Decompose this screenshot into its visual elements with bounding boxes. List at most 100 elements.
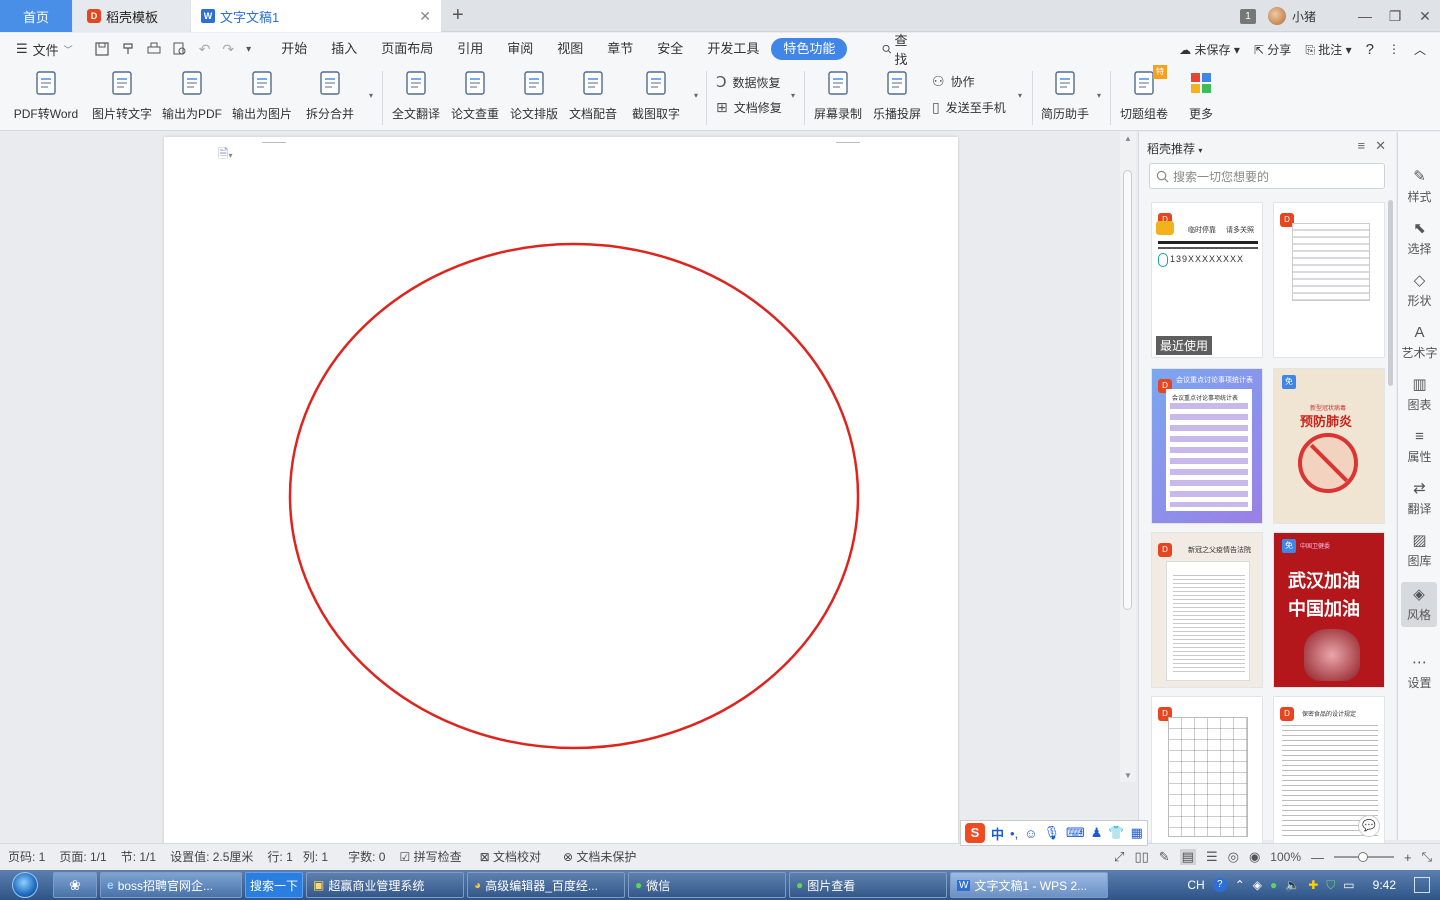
status-page-number[interactable]: 页码: 1 — [8, 848, 45, 865]
window-count-badge[interactable]: 1 — [1239, 8, 1256, 24]
scroll-down-icon[interactable]: ▼ — [1124, 771, 1132, 780]
wechat-tray-icon[interactable]: ● — [1270, 878, 1277, 892]
status-word-count[interactable]: 字数: 0 — [348, 848, 385, 865]
menu-tab-7[interactable]: 安全 — [645, 38, 695, 60]
panel-scrollbar[interactable] — [1388, 200, 1393, 386]
ribbon-button-8[interactable]: 文档配音 — [559, 69, 627, 122]
collaborate-button[interactable]: ⚇ 协作 — [932, 73, 975, 90]
fit-window-icon[interactable]: ⤡ — [1422, 849, 1432, 865]
ribbon-button-2[interactable]: 输出为PDF — [158, 69, 226, 122]
save-icon[interactable] — [95, 42, 109, 56]
keyboard-icon[interactable]: ⌨ — [1066, 825, 1085, 841]
volume-icon[interactable]: 🔈 — [1285, 878, 1300, 892]
unsaved-status[interactable]: ☁ 未保存 ▾ — [1179, 41, 1240, 58]
status-pages[interactable]: 页面: 1/1 — [59, 848, 106, 865]
menu-tab-1[interactable]: 插入 — [319, 38, 369, 60]
help-icon[interactable]: ? — [1212, 878, 1227, 892]
search-command[interactable]: 查找 — [882, 30, 912, 68]
template-card[interactable]: D 临时停靠 请多关照 139XXXXXXXX 最近使用 — [1151, 202, 1263, 358]
spellcheck-button[interactable]: ☑ 拼写检查 — [399, 848, 461, 865]
ellipse-shape[interactable] — [164, 137, 958, 847]
doc-repair-button[interactable]: ⊞ 文档修复 — [716, 99, 782, 116]
tab-home[interactable]: 首页 — [0, 0, 72, 32]
document-page[interactable]: 🗎▾ — [164, 137, 958, 847]
security-icon[interactable]: ✚ — [1308, 878, 1318, 892]
ribbon-button-6[interactable]: 论文查重 — [441, 69, 509, 122]
more-menu-button[interactable]: ⋮ — [1388, 42, 1400, 56]
zoom-slider[interactable] — [1334, 852, 1394, 862]
tab-document[interactable]: W 文字文稿1 ✕ — [191, 0, 441, 32]
format-painter-icon[interactable] — [121, 42, 135, 56]
eye-protect-icon[interactable]: ◉ — [1249, 849, 1260, 865]
network-icon[interactable]: ▭ — [1343, 878, 1354, 892]
zoom-in-button[interactable]: + — [1404, 850, 1412, 865]
strip-item-7[interactable]: ▨ 图库 — [1398, 532, 1440, 569]
menu-tab-8[interactable]: 开发工具 — [695, 38, 771, 60]
customize-toolbar-icon[interactable]: ▾ — [246, 44, 251, 55]
ribbon-button-4[interactable]: 拆分合并 — [296, 69, 364, 122]
ribbon-button-12[interactable]: 简历助手 — [1031, 69, 1099, 122]
help-button[interactable]: ? — [1366, 41, 1374, 58]
ribbon-button-7[interactable]: 论文排版 — [500, 69, 568, 122]
menu-tab-5[interactable]: 视图 — [545, 38, 595, 60]
chat-bubble-icon[interactable]: 💬 — [1358, 815, 1380, 837]
ribbon-button-14[interactable]: 更多 — [1167, 69, 1235, 122]
template-card[interactable]: D 新冠之父疫情告法院 — [1151, 532, 1263, 688]
status-section[interactable]: 节: 1/1 — [121, 848, 156, 865]
ribbon-button-1[interactable]: 图片转文字 — [88, 69, 156, 122]
strip-item-3[interactable]: A 艺术字 — [1398, 324, 1440, 361]
ribbon-button-0[interactable]: PDF转Word — [12, 69, 80, 122]
template-card[interactable]: D 会议重点讨论事项统计表 会议重点讨论事项统计表 — [1151, 368, 1263, 524]
template-card[interactable]: D — [1151, 696, 1263, 844]
reading-mode-icon[interactable]: ▯▯ — [1134, 849, 1148, 865]
taskbar-item[interactable]: ● 图片查看 — [789, 872, 947, 898]
start-button[interactable] — [0, 870, 50, 900]
template-card[interactable]: 免 新型冠状病毒 预防肺炎 — [1273, 368, 1385, 524]
close-tab-icon[interactable]: ✕ — [419, 8, 431, 25]
panel-search-input[interactable]: 搜索一切您想要的 — [1149, 163, 1385, 189]
avatar[interactable] — [1267, 7, 1286, 25]
ribbon-button-3[interactable]: 输出为图片 — [228, 69, 296, 122]
outline-view-icon[interactable]: ☰ — [1206, 849, 1218, 865]
ribbon-button-9[interactable]: 截图取字 — [622, 69, 690, 122]
menu-tab-9[interactable]: 特色功能 — [771, 38, 848, 60]
strip-item-0[interactable]: ✎ 样式 — [1398, 168, 1440, 205]
zoom-out-button[interactable]: — — [1311, 850, 1324, 865]
tray-ime-indicator[interactable]: CH — [1187, 878, 1204, 892]
proofread-button[interactable]: ⊠ 文档校对 — [480, 848, 541, 865]
taskbar-item[interactable]: e boss招聘官网企... — [100, 872, 242, 898]
status-row[interactable]: 行: 1 — [267, 848, 292, 865]
template-card[interactable]: D 保密食品的设计规定 💬 — [1273, 696, 1385, 844]
ribbon-button-10[interactable]: 屏幕录制 — [804, 69, 872, 122]
emoji-icon[interactable]: ☺ — [1024, 826, 1037, 841]
status-column[interactable]: 列: 1 — [303, 848, 328, 865]
clock[interactable]: 9:42 — [1373, 878, 1396, 892]
restore-button[interactable]: ❐ — [1380, 8, 1410, 25]
tray-expand-icon[interactable]: ⌃ — [1235, 878, 1245, 892]
minimize-button[interactable]: — — [1350, 8, 1380, 24]
ime-language[interactable]: 中 — [991, 824, 1004, 843]
close-panel-icon[interactable]: ✕ — [1375, 138, 1386, 154]
zoom-slider-handle[interactable] — [1358, 852, 1368, 862]
strip-item-9[interactable]: ⋯ 设置 — [1398, 654, 1440, 691]
new-tab-button[interactable]: + — [452, 4, 464, 27]
microphone-icon[interactable]: 🎙 — [1043, 825, 1060, 841]
skin-icon[interactable]: 👕 — [1108, 825, 1124, 841]
chevron-down-icon[interactable]: ▾ — [791, 91, 795, 100]
annotate-button[interactable]: ⎘ 批注 ▾ — [1305, 41, 1351, 58]
ribbon-button-11[interactable]: 乐播投屏 — [863, 69, 931, 122]
print-icon[interactable] — [147, 42, 161, 56]
panel-title[interactable]: 稻壳推荐 ▾ — [1147, 140, 1202, 157]
menu-tab-3[interactable]: 引用 — [445, 38, 495, 60]
strip-item-2[interactable]: ◇ 形状 — [1398, 272, 1440, 309]
tab-daoke-template[interactable]: D 稻壳模板 — [73, 0, 190, 32]
user-icon[interactable]: ♟ — [1091, 825, 1103, 841]
menu-tab-2[interactable]: 页面布局 — [369, 38, 445, 60]
redo-icon[interactable]: ↷ — [222, 41, 234, 58]
chevron-down-icon[interactable]: ▾ — [1018, 91, 1022, 100]
show-desktop-icon[interactable] — [1414, 877, 1430, 893]
page-view-icon[interactable]: ▤ — [1179, 849, 1196, 865]
share-button[interactable]: ⇱ 分享 — [1254, 41, 1291, 58]
ime-toolbar[interactable]: S 中 •, ☺ 🎙 ⌨ ♟ 👕 ▦ — [960, 820, 1148, 846]
taskbar-item-active[interactable]: W 文字文稿1 - WPS 2... — [950, 872, 1108, 898]
